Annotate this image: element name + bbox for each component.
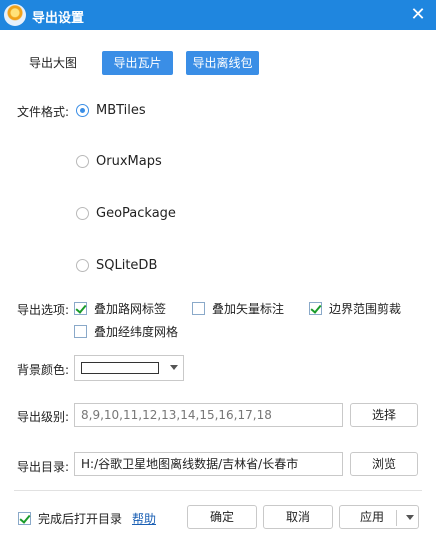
export-directory-field[interactable]: H:/谷歌卫星地图离线数据/吉林省/长春市 [74,452,343,476]
format-option-sqlitedb[interactable]: SQLiteDB [76,256,157,274]
option-boundary-clip-checkbox[interactable]: 边界范围剪裁 [309,299,401,317]
radio-selected-icon [76,103,89,117]
checkbox-icon [74,324,87,338]
browse-directory-button[interactable]: 浏览 [350,452,418,476]
export-levels-field[interactable]: 8,9,10,11,12,13,14,15,16,17,18 [74,403,343,427]
radio-icon [76,154,89,168]
help-link[interactable]: 帮助 [132,510,156,527]
open-after-finish-checkbox[interactable]: 完成后打开目录 [18,509,122,527]
export-levels-label: 导出级别: [17,410,70,424]
background-color-picker[interactable] [74,355,184,381]
close-button[interactable]: ✕ [406,3,430,27]
option-latlng-grid-checkbox[interactable]: 叠加经纬度网格 [74,322,178,340]
export-directory-label: 导出目录: [17,460,70,474]
checkbox-checked-icon [74,301,87,315]
radio-icon [76,258,89,272]
apply-dropdown-chevron-icon[interactable] [398,505,420,529]
background-color-label: 背景颜色: [17,363,70,377]
split-divider [396,510,397,526]
export-options-label: 导出选项: [17,303,70,317]
chevron-down-icon [170,365,178,370]
tab-export-tiles[interactable]: 导出瓦片 [102,51,173,75]
window-title: 导出设置 [32,11,85,26]
format-option-geopackage[interactable]: GeoPackage [76,204,176,222]
color-swatch [81,362,159,374]
option-road-labels-checkbox[interactable]: 叠加路网标签 [74,299,166,317]
app-logo-icon [4,4,26,26]
apply-button-label: 应用 [360,510,385,524]
checkbox-checked-icon [18,511,31,525]
option-vector-labels-checkbox[interactable]: 叠加矢量标注 [192,299,284,317]
tab-export-big-image[interactable]: 导出大图 [20,51,86,75]
checkbox-checked-icon [309,301,322,315]
ok-button[interactable]: 确定 [187,505,257,529]
file-format-label: 文件格式: [17,105,70,119]
tab-export-offline-pack[interactable]: 导出离线包 [186,51,259,75]
checkbox-icon [192,301,205,315]
radio-icon [76,206,89,220]
format-option-mbtiles[interactable]: MBTiles [76,101,146,119]
title-bar: 导出设置 ✕ [0,0,436,30]
cancel-button[interactable]: 取消 [263,505,333,529]
select-levels-button[interactable]: 选择 [350,403,418,427]
footer-divider [14,490,422,491]
format-option-oruxmaps[interactable]: OruxMaps [76,152,162,170]
